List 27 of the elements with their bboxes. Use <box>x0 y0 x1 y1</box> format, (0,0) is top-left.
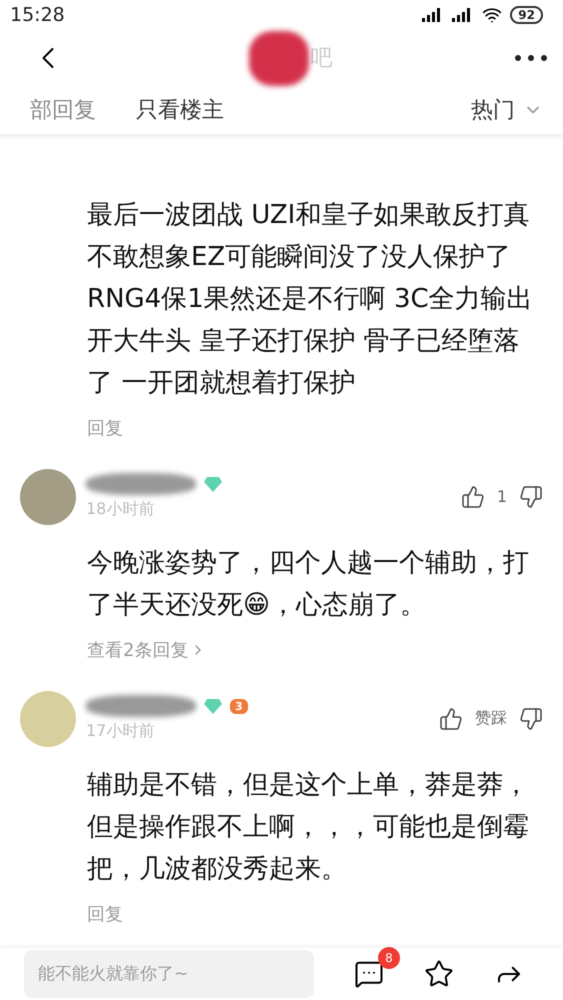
comment-text: 辅助是不错，但是这个上单，莽是莽，但是操作跟不上啊，，，可能也是倒霉把，几波都没秀起来。 <box>87 768 530 886</box>
comment-text: 最后一波团战 UZI和皇子如果敢反打真不敢想象EZ可能瞬间没了没人保护了 RNG4保1果然还是不行啊 3C全力输出开大牛头 皇子还打保护 骨子已经堕落了 一开团就想着打保护 <box>87 198 534 400</box>
thumbs-down-icon[interactable] <box>519 484 543 509</box>
redaction-mark <box>248 30 308 86</box>
timestamp: 18小时前 <box>86 499 156 520</box>
gem-icon <box>204 476 222 492</box>
thumbs-up-icon[interactable] <box>460 484 485 509</box>
comment-input[interactable]: 能不能火就靠你了~ <box>24 950 314 998</box>
reply-link[interactable]: 回复 <box>87 902 543 926</box>
sort-button[interactable]: 热门 <box>471 94 543 125</box>
vote-count: 赞踩 <box>475 708 507 730</box>
comment-text: 今晚涨姿势了，四个人越一个辅助，打了半天还没死😁，心态崩了。 <box>87 546 530 622</box>
tab[interactable]: 部回复 <box>30 94 96 125</box>
thumbs-down-icon[interactable] <box>519 706 543 731</box>
level-badge: 3 <box>230 698 248 714</box>
battery-indicator: 92 <box>510 6 543 24</box>
timestamp: 17小时前 <box>86 721 156 742</box>
vote-count: 1 <box>496 487 507 506</box>
star-icon[interactable] <box>424 958 454 989</box>
reply-link[interactable]: 回复 <box>87 416 543 440</box>
tab[interactable]: 只看楼主 <box>136 94 224 125</box>
thumbs-up-icon[interactable] <box>439 706 463 731</box>
count-badge: 8 <box>378 946 400 969</box>
clock: 15:28 <box>10 4 65 26</box>
view-replies-link[interactable]: 查看2条回复 <box>87 638 543 662</box>
more-icon[interactable] <box>515 55 547 62</box>
gem-icon <box>204 698 222 714</box>
